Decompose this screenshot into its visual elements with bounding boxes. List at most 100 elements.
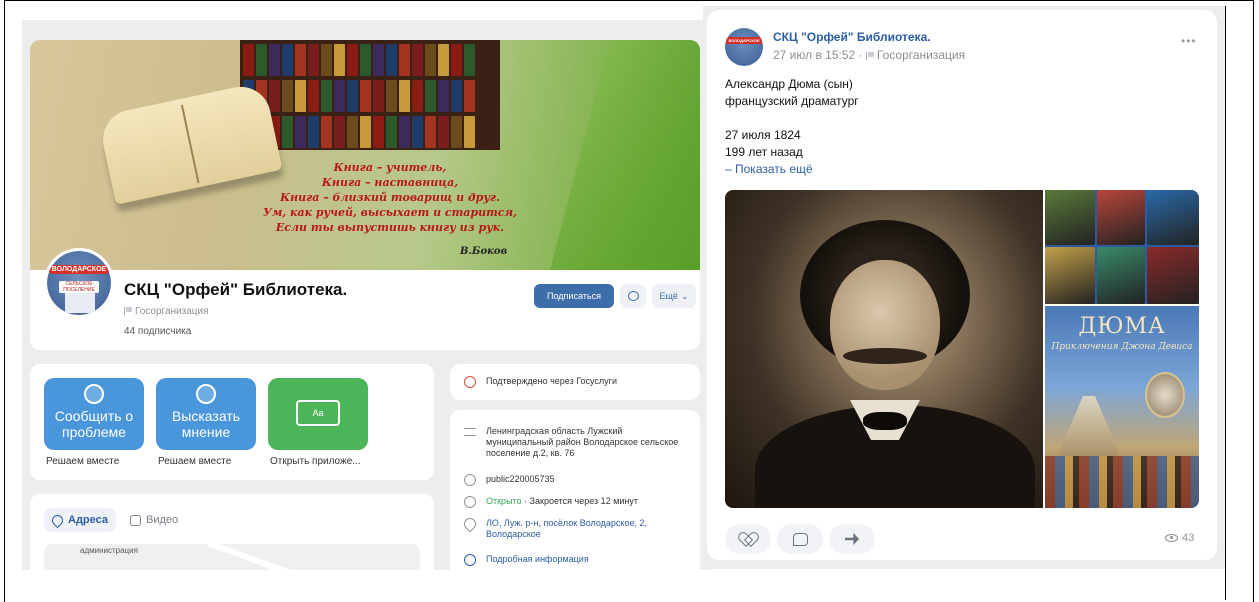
frame-right-border <box>1253 0 1254 602</box>
book-spine <box>334 116 345 148</box>
book-spine <box>373 80 384 112</box>
book-spine <box>451 116 462 148</box>
collage-book-cover <box>1147 247 1199 304</box>
portrait-photo[interactable] <box>725 190 1043 508</box>
book-spine <box>334 44 345 76</box>
comment-button[interactable] <box>777 524 823 554</box>
post-author-name[interactable]: СКЦ "Орфей" Библиотека. <box>773 30 931 44</box>
flag-icon <box>865 52 874 60</box>
book-spine <box>347 44 358 76</box>
collage-book-cover <box>1097 247 1145 304</box>
app-tile-report-problem[interactable]: Сообщить о проблеме <box>44 378 144 450</box>
collage-book-cover <box>1147 190 1199 245</box>
post-text-line: 199 лет назад <box>725 145 803 159</box>
book-spine <box>425 116 436 148</box>
portrait-face <box>830 260 940 390</box>
clock-icon <box>464 496 476 508</box>
info-icon <box>464 554 476 566</box>
post-text-line: французский драматург <box>725 94 859 108</box>
video-icon <box>130 514 141 526</box>
public-id-row: public220005735 <box>464 474 555 486</box>
tab-addresses[interactable]: Адреса <box>44 508 116 532</box>
post-card: ВОЛОДАРСКОЕ СКЦ "Орфей" Библиотека. 27 и… <box>707 10 1217 560</box>
post-meta: 27 июл в 15:52 · Госорганизация <box>773 48 965 62</box>
books-collage-photo[interactable] <box>1045 190 1199 304</box>
poem-line: Книга – учитель, <box>333 161 447 174</box>
group-title: СКЦ "Орфей" Библиотека. <box>124 280 348 299</box>
book-spine <box>282 116 293 148</box>
like-button[interactable] <box>725 524 771 554</box>
book-cover-subtitle: Приключения Джона Девиса <box>1051 342 1193 352</box>
gosuslugi-verified-card: Подтверждено через Госуслуги <box>450 364 700 400</box>
book-spine <box>464 116 475 148</box>
app-caption: Решаем вместе <box>158 456 232 467</box>
location-link[interactable]: ЛО, Луж. р-н, посёлок Володарское, 2, Во… <box>486 518 684 540</box>
post-date[interactable]: 27 июл в 15:52 <box>773 48 855 62</box>
book-cover-photo[interactable]: ДЮМА Приключения Джона Девиса <box>1045 306 1199 508</box>
group-profile-card: ВОЛОДАРСКОЕ СЕЛЬСКОЕ ПОСЕЛЕНИЕ СКЦ "Орфе… <box>30 248 700 350</box>
book-spine <box>438 116 449 148</box>
portrait-tie <box>863 412 907 430</box>
app-tile-title: Высказать мнение <box>171 408 241 440</box>
details-link[interactable]: Подробная информация <box>486 554 589 566</box>
gosuslugi-text: Подтверждено через Госуслуги <box>486 376 617 386</box>
message-button[interactable] <box>620 284 646 308</box>
tab-addresses-label: Адреса <box>68 514 108 526</box>
group-avatar[interactable]: ВОЛОДАРСКОЕ СЕЛЬСКОЕ ПОСЕЛЕНИЕ <box>44 248 114 318</box>
app-tile-give-opinion[interactable]: Высказать мнение <box>156 378 256 450</box>
cover-green-band <box>550 40 700 270</box>
book-spine <box>386 44 397 76</box>
post-text-line: 27 июля 1824 <box>725 128 801 142</box>
more-options-icon[interactable]: ••• <box>1181 34 1197 48</box>
book-spine <box>308 44 319 76</box>
book-spine <box>295 44 306 76</box>
book-spine <box>282 44 293 76</box>
location-row: ЛО, Луж. р-н, посёлок Володарское, 2, Во… <box>461 515 684 540</box>
tab-video[interactable]: Видео <box>122 508 186 532</box>
book-cover-title: ДЮМА <box>1078 314 1166 339</box>
book-spine <box>295 116 306 148</box>
poem-line: Если ты выпустишь книгу из рук. <box>275 221 505 234</box>
book-spine <box>282 80 293 112</box>
avatar-logo-subtext: СЕЛЬСКОЕ ПОСЕЛЕНИЕ <box>59 281 99 293</box>
book-spine <box>308 80 319 112</box>
description-icon <box>464 428 476 436</box>
closing-time: · Закроется через 12 минут <box>521 496 639 506</box>
more-button[interactable]: Ещё ⌄ <box>652 284 696 308</box>
open-status: Открыто <box>486 496 522 506</box>
app-caption: Открыть приложе... <box>270 456 361 467</box>
subscribe-button[interactable]: Подписаться <box>534 284 614 308</box>
globe-icon <box>464 474 476 486</box>
flag-icon <box>124 307 132 315</box>
post-author-avatar[interactable]: ВОЛОДАРСКОЕ <box>725 28 763 66</box>
share-button[interactable] <box>829 524 875 554</box>
details-row: Подробная информация <box>464 554 589 566</box>
app-tile-title: Сообщить о проблеме <box>54 408 134 440</box>
collage-book-cover <box>1045 247 1095 304</box>
public-id-text[interactable]: public220005735 <box>486 474 555 486</box>
post-text: Александр Дюма (сын) французский драмату… <box>725 76 859 178</box>
poem-line: Книга – наставница, <box>321 176 459 189</box>
comment-icon <box>792 532 808 546</box>
book-spine <box>438 44 449 76</box>
group-cover: Книга – учитель, Книга – наставница, Кни… <box>30 40 700 270</box>
book-spine <box>269 80 280 112</box>
gosuslugi-icon <box>84 384 104 404</box>
post-text-line <box>725 110 859 127</box>
book-spine <box>321 80 332 112</box>
app-icon-text: Aa <box>312 408 324 418</box>
message-bubble-icon <box>627 291 639 301</box>
location-pin-icon <box>461 515 479 533</box>
location-pin-icon <box>49 512 66 528</box>
tab-video-label: Видео <box>146 514 179 526</box>
book-spine <box>321 44 332 76</box>
mini-map[interactable]: администрация <box>44 544 420 570</box>
show-more-link[interactable]: – Показать ещё <box>725 161 859 178</box>
book-cover-ship <box>1059 396 1119 456</box>
book-spine <box>451 44 462 76</box>
app-tile-open-app[interactable]: Aa <box>268 378 368 450</box>
book-spine <box>256 44 267 76</box>
book-spine <box>412 80 423 112</box>
subscribers-count[interactable]: 44 подписчика <box>124 326 191 337</box>
book-spine <box>360 44 371 76</box>
